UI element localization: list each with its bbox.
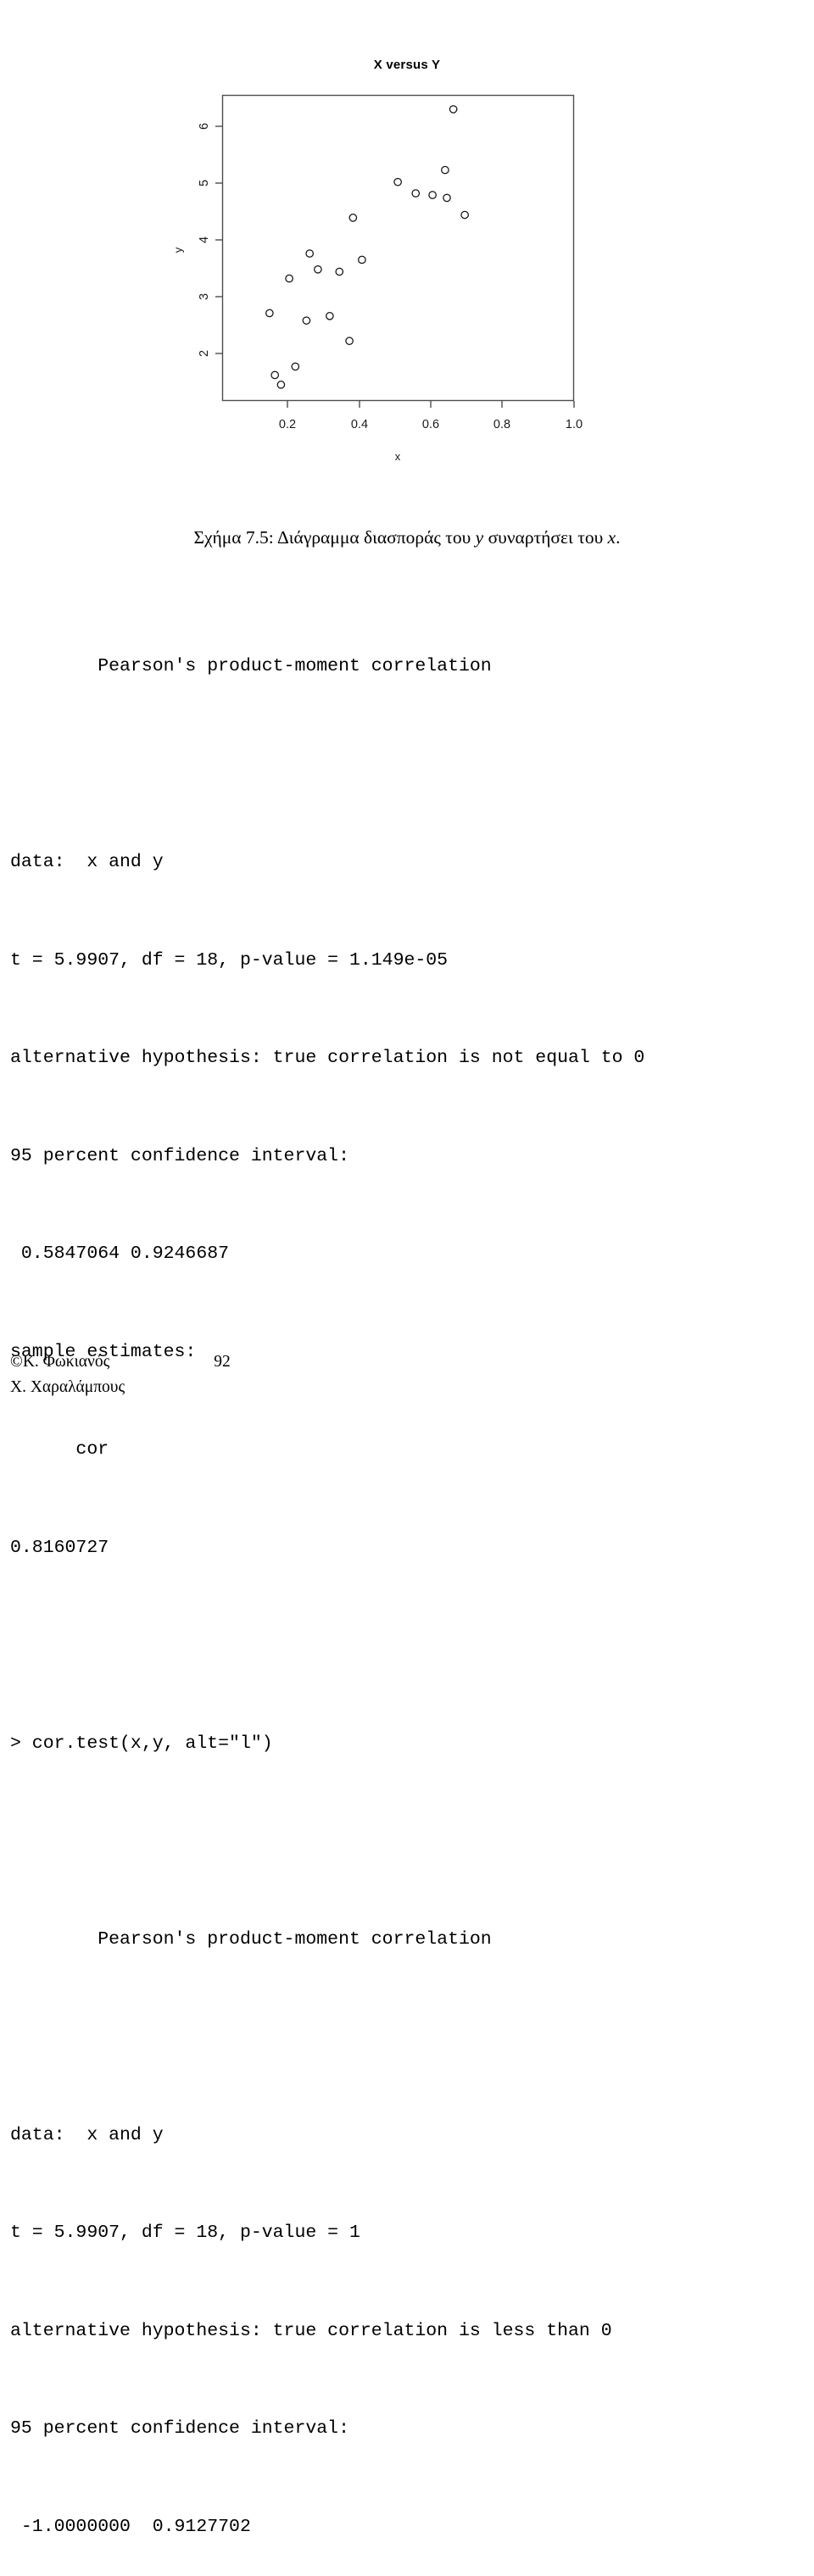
y-axis-label: y: [171, 247, 184, 253]
x-axis-label: x: [395, 450, 401, 463]
figure-caption: Σχήμα 7.5: Διάγραμμα διασποράς του y συν…: [0, 527, 814, 548]
caption-var-x: x: [607, 527, 616, 548]
scatter-point: [265, 309, 274, 318]
scatter-point: [428, 191, 437, 199]
y-axis-tick-labels: 6 5 4 3 2: [198, 123, 211, 357]
x-tick-label: 0.6: [422, 418, 439, 431]
scatter-point: [345, 337, 354, 346]
x-axis-ticks: [287, 401, 575, 408]
x-tick-label: 0.2: [279, 418, 296, 431]
x-tick-label: 0.8: [493, 418, 510, 431]
x-tick-label: 0.4: [351, 418, 368, 431]
output2-alternative: alternative hypothesis: true correlation…: [10, 2320, 612, 2341]
scatter-point: [314, 265, 322, 274]
scatter-point: [335, 267, 344, 276]
output2-ci-values: -1.0000000 0.9127702: [10, 2516, 251, 2537]
scatter-point: [393, 177, 402, 186]
page-number: 92: [214, 1353, 231, 1371]
plot-canvas: 6 5 4 3 2 y 0.2 0.4 0.6 0.8 1.0 x: [171, 94, 583, 463]
scatter-point: [460, 210, 469, 220]
output2-data: data: x and y: [10, 2124, 164, 2145]
output1-heading: Pearson's product-moment correlation: [10, 656, 492, 676]
scatter-point: [305, 249, 315, 258]
scatter-point: [276, 381, 286, 389]
y-tick-label: 2: [198, 350, 211, 357]
scatter-points-layer: [265, 105, 469, 389]
y-tick-label: 5: [198, 180, 211, 186]
y-axis-ticks: [215, 125, 222, 354]
figure-scatter-plot: X versus Y 6 5 4 3 2 y 0.2 0.4 0.6 0.8 1…: [0, 0, 814, 509]
y-tick-label: 6: [198, 123, 211, 130]
plot-frame: [221, 94, 575, 402]
footer-row-1: ©Κ. Φωκιανός 92: [10, 1349, 804, 1375]
scatter-point: [302, 316, 311, 325]
output1-estimates-name: cor: [10, 1439, 109, 1460]
footer-row-2: Χ. Χαραλάμπους: [10, 1375, 804, 1400]
page-footer: ©Κ. Φωκιανός 92 Χ. Χαραλάμπους: [10, 1349, 804, 1400]
footer-author-line-2: Χ. Χαραλάμπους: [10, 1378, 125, 1396]
caption-middle: συναρτήσει του: [483, 527, 608, 548]
output2-ci-label: 95 percent confidence interval:: [10, 2418, 349, 2439]
output1-data: data: x and y: [10, 852, 164, 872]
scatter-point: [326, 311, 334, 320]
caption-suffix: .: [616, 527, 621, 548]
caption-prefix: Σχήμα 7.5: Διάγραμμα διασποράς του: [193, 527, 476, 548]
scatter-point: [449, 105, 458, 114]
scatter-point: [291, 362, 300, 371]
x-axis-tick-labels: 0.2 0.4 0.6 0.8 1.0: [279, 418, 583, 431]
scatter-point: [270, 370, 280, 380]
output1-ci-label: 95 percent confidence interval:: [10, 1145, 349, 1166]
r-console-output: Pearson's product-moment correlation dat…: [10, 585, 804, 2576]
command-cor-test-less[interactable]: > cor.test(x,y, alt="l"): [10, 1728, 804, 1761]
caption-var-y: y: [475, 527, 484, 548]
output1-ci-values: 0.5847064 0.9246687: [10, 1243, 230, 1264]
output1-alternative: alternative hypothesis: true correlation…: [10, 1048, 645, 1068]
y-tick-label: 3: [198, 293, 211, 300]
y-tick-label: 4: [198, 236, 211, 243]
scatter-point: [443, 193, 451, 203]
scatter-point: [411, 189, 421, 198]
scatter-point: [285, 274, 293, 283]
output2-statistics: t = 5.9907, df = 18, p-value = 1: [10, 2223, 360, 2243]
output1-estimates-value: 0.8160727: [10, 1537, 109, 1558]
scatter-point: [348, 214, 358, 222]
scatter-point: [441, 165, 449, 175]
scatter-point: [358, 255, 366, 264]
output1-statistics: t = 5.9907, df = 18, p-value = 1.149e-05: [10, 949, 449, 971]
output2-heading: Pearson's product-moment correlation: [10, 1928, 492, 1950]
x-tick-label: 1.0: [566, 418, 583, 431]
